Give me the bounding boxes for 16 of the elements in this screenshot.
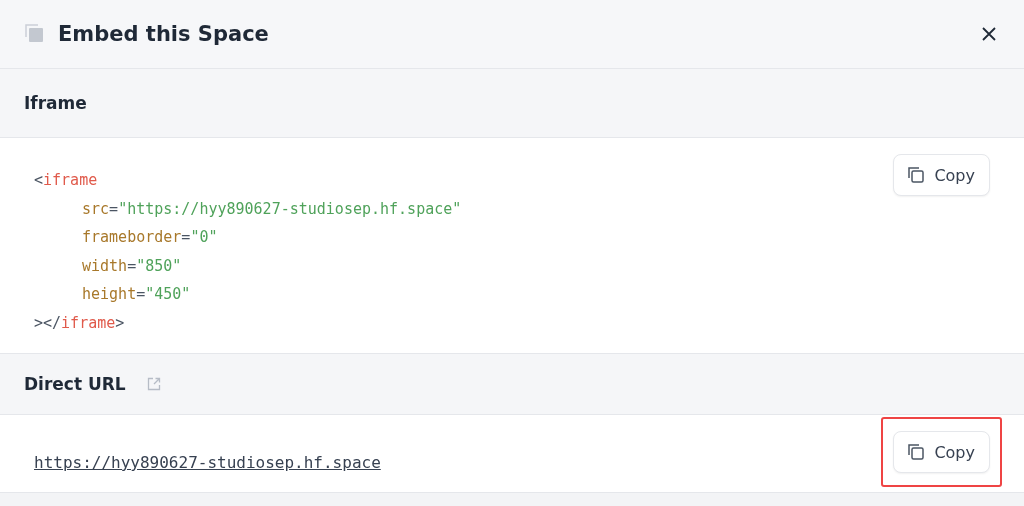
copy-icon	[906, 442, 927, 462]
dialog-title: Embed this Space	[58, 22, 270, 46]
embed-icon	[24, 23, 46, 45]
section-title: Iframe	[24, 93, 87, 113]
copy-button[interactable]: Copy	[893, 431, 990, 473]
url-link[interactable]: https://hyy890627-studiosep.hf.space	[34, 453, 381, 472]
close-icon	[980, 25, 998, 43]
copy-icon	[906, 165, 927, 185]
code-line: <iframe	[34, 170, 99, 191]
copy-button[interactable]: Copy	[893, 154, 990, 196]
section-title: Direct URL	[24, 374, 126, 394]
code-line: frameborder="0"	[81, 227, 219, 248]
code-line: src="https://hyy890627-studiosep.hf.space"	[81, 198, 462, 220]
code-line: width="850"	[81, 255, 183, 277]
code-line: height="450"	[81, 284, 192, 305]
code-line: ></iframe>	[34, 312, 126, 334]
